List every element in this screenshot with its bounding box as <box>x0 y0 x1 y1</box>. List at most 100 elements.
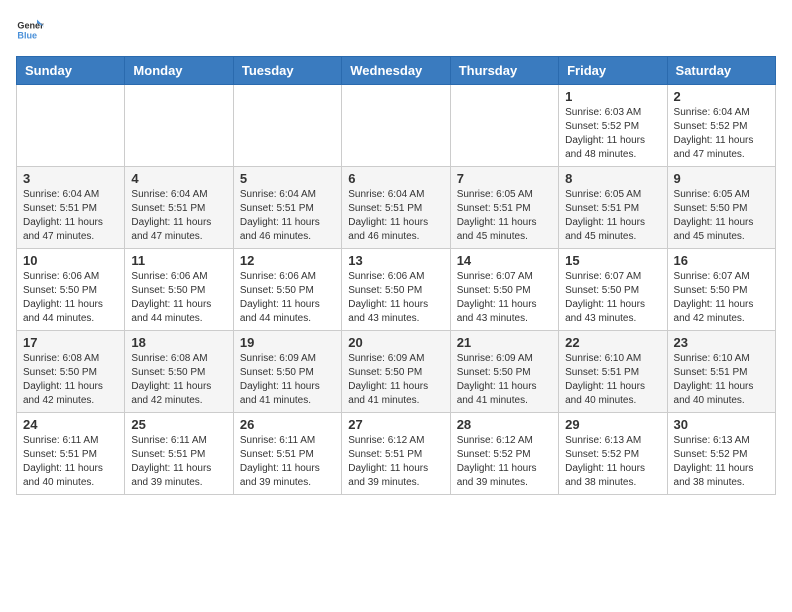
day-number: 1 <box>565 89 660 104</box>
day-info: Sunrise: 6:09 AM Sunset: 5:50 PM Dayligh… <box>348 352 443 408</box>
weekday-header-tuesday: Tuesday <box>233 57 341 85</box>
calendar-cell <box>233 85 341 167</box>
day-number: 28 <box>457 417 552 432</box>
day-number: 9 <box>674 171 769 186</box>
day-info: Sunrise: 6:12 AM Sunset: 5:51 PM Dayligh… <box>348 434 443 490</box>
weekday-header-thursday: Thursday <box>450 57 558 85</box>
day-info: Sunrise: 6:07 AM Sunset: 5:50 PM Dayligh… <box>674 270 769 326</box>
calendar-cell: 28 Sunrise: 6:12 AM Sunset: 5:52 PM Dayli… <box>450 413 558 495</box>
day-info: Sunrise: 6:06 AM Sunset: 5:50 PM Dayligh… <box>131 270 226 326</box>
day-info: Sunrise: 6:08 AM Sunset: 5:50 PM Dayligh… <box>131 352 226 408</box>
day-info: Sunrise: 6:11 AM Sunset: 5:51 PM Dayligh… <box>240 434 335 490</box>
day-number: 15 <box>565 253 660 268</box>
day-number: 21 <box>457 335 552 350</box>
day-number: 18 <box>131 335 226 350</box>
day-number: 4 <box>131 171 226 186</box>
calendar-cell: 23 Sunrise: 6:10 AM Sunset: 5:51 PM Dayli… <box>667 331 775 413</box>
day-number: 14 <box>457 253 552 268</box>
day-number: 24 <box>23 417 118 432</box>
day-number: 10 <box>23 253 118 268</box>
day-number: 20 <box>348 335 443 350</box>
calendar-cell: 20 Sunrise: 6:09 AM Sunset: 5:50 PM Dayli… <box>342 331 450 413</box>
day-info: Sunrise: 6:13 AM Sunset: 5:52 PM Dayligh… <box>565 434 660 490</box>
day-number: 23 <box>674 335 769 350</box>
day-number: 5 <box>240 171 335 186</box>
day-number: 6 <box>348 171 443 186</box>
calendar-cell: 9 Sunrise: 6:05 AM Sunset: 5:50 PM Daylig… <box>667 167 775 249</box>
weekday-header-monday: Monday <box>125 57 233 85</box>
calendar-week-4: 17 Sunrise: 6:08 AM Sunset: 5:50 PM Dayli… <box>17 331 776 413</box>
day-number: 8 <box>565 171 660 186</box>
day-number: 25 <box>131 417 226 432</box>
day-number: 17 <box>23 335 118 350</box>
logo-icon: General Blue <box>16 16 44 44</box>
calendar-cell: 24Sunrise: 6:11 AM Sunset: 5:51 PM Dayli… <box>17 413 125 495</box>
calendar-cell: 7 Sunrise: 6:05 AM Sunset: 5:51 PM Daylig… <box>450 167 558 249</box>
day-info: Sunrise: 6:06 AM Sunset: 5:50 PM Dayligh… <box>23 270 118 326</box>
day-info: Sunrise: 6:10 AM Sunset: 5:51 PM Dayligh… <box>674 352 769 408</box>
day-info: Sunrise: 6:09 AM Sunset: 5:50 PM Dayligh… <box>457 352 552 408</box>
day-info: Sunrise: 6:12 AM Sunset: 5:52 PM Dayligh… <box>457 434 552 490</box>
calendar-cell: 14Sunrise: 6:07 AM Sunset: 5:50 PM Dayli… <box>450 249 558 331</box>
day-info: Sunrise: 6:04 AM Sunset: 5:51 PM Dayligh… <box>23 188 118 244</box>
day-info: Sunrise: 6:04 AM Sunset: 5:51 PM Dayligh… <box>131 188 226 244</box>
calendar-week-2: 3Sunrise: 6:04 AM Sunset: 5:51 PM Daylig… <box>17 167 776 249</box>
calendar-cell: 21 Sunrise: 6:09 AM Sunset: 5:50 PM Dayli… <box>450 331 558 413</box>
page-header: General Blue <box>16 16 776 44</box>
calendar-cell: 11 Sunrise: 6:06 AM Sunset: 5:50 PM Dayli… <box>125 249 233 331</box>
day-number: 13 <box>348 253 443 268</box>
calendar-cell: 13 Sunrise: 6:06 AM Sunset: 5:50 PM Dayli… <box>342 249 450 331</box>
day-number: 19 <box>240 335 335 350</box>
calendar-cell <box>125 85 233 167</box>
day-info: Sunrise: 6:04 AM Sunset: 5:51 PM Dayligh… <box>348 188 443 244</box>
calendar-cell: 6 Sunrise: 6:04 AM Sunset: 5:51 PM Daylig… <box>342 167 450 249</box>
calendar-cell: 3Sunrise: 6:04 AM Sunset: 5:51 PM Daylig… <box>17 167 125 249</box>
calendar-cell <box>342 85 450 167</box>
day-info: Sunrise: 6:10 AM Sunset: 5:51 PM Dayligh… <box>565 352 660 408</box>
day-number: 2 <box>674 89 769 104</box>
calendar-cell: 1Sunrise: 6:03 AM Sunset: 5:52 PM Daylig… <box>559 85 667 167</box>
logo: General Blue <box>16 16 44 44</box>
calendar-header-row: SundayMondayTuesdayWednesdayThursdayFrid… <box>17 57 776 85</box>
day-info: Sunrise: 6:07 AM Sunset: 5:50 PM Dayligh… <box>565 270 660 326</box>
day-info: Sunrise: 6:04 AM Sunset: 5:52 PM Dayligh… <box>674 106 769 162</box>
day-number: 7 <box>457 171 552 186</box>
day-info: Sunrise: 6:06 AM Sunset: 5:50 PM Dayligh… <box>348 270 443 326</box>
day-info: Sunrise: 6:08 AM Sunset: 5:50 PM Dayligh… <box>23 352 118 408</box>
calendar-cell: 18 Sunrise: 6:08 AM Sunset: 5:50 PM Dayli… <box>125 331 233 413</box>
calendar-table: SundayMondayTuesdayWednesdayThursdayFrid… <box>16 56 776 495</box>
calendar-cell: 15 Sunrise: 6:07 AM Sunset: 5:50 PM Dayli… <box>559 249 667 331</box>
calendar-cell: 22 Sunrise: 6:10 AM Sunset: 5:51 PM Dayli… <box>559 331 667 413</box>
day-number: 29 <box>565 417 660 432</box>
day-info: Sunrise: 6:04 AM Sunset: 5:51 PM Dayligh… <box>240 188 335 244</box>
day-info: Sunrise: 6:09 AM Sunset: 5:50 PM Dayligh… <box>240 352 335 408</box>
calendar-week-1: 1Sunrise: 6:03 AM Sunset: 5:52 PM Daylig… <box>17 85 776 167</box>
day-info: Sunrise: 6:13 AM Sunset: 5:52 PM Dayligh… <box>674 434 769 490</box>
day-number: 16 <box>674 253 769 268</box>
day-number: 12 <box>240 253 335 268</box>
calendar-cell: 16 Sunrise: 6:07 AM Sunset: 5:50 PM Dayli… <box>667 249 775 331</box>
calendar-week-3: 10 Sunrise: 6:06 AM Sunset: 5:50 PM Dayli… <box>17 249 776 331</box>
day-number: 27 <box>348 417 443 432</box>
day-info: Sunrise: 6:05 AM Sunset: 5:51 PM Dayligh… <box>565 188 660 244</box>
calendar-cell: 27 Sunrise: 6:12 AM Sunset: 5:51 PM Dayli… <box>342 413 450 495</box>
day-number: 26 <box>240 417 335 432</box>
calendar-cell: 8 Sunrise: 6:05 AM Sunset: 5:51 PM Daylig… <box>559 167 667 249</box>
calendar-cell: 4 Sunrise: 6:04 AM Sunset: 5:51 PM Daylig… <box>125 167 233 249</box>
calendar-cell: 5 Sunrise: 6:04 AM Sunset: 5:51 PM Daylig… <box>233 167 341 249</box>
svg-text:Blue: Blue <box>17 30 37 40</box>
calendar-cell: 17 Sunrise: 6:08 AM Sunset: 5:50 PM Dayli… <box>17 331 125 413</box>
calendar-cell: 29 Sunrise: 6:13 AM Sunset: 5:52 PM Dayli… <box>559 413 667 495</box>
day-info: Sunrise: 6:11 AM Sunset: 5:51 PM Dayligh… <box>131 434 226 490</box>
day-number: 11 <box>131 253 226 268</box>
weekday-header-friday: Friday <box>559 57 667 85</box>
weekday-header-sunday: Sunday <box>17 57 125 85</box>
calendar-cell: 26 Sunrise: 6:11 AM Sunset: 5:51 PM Dayli… <box>233 413 341 495</box>
calendar-cell <box>17 85 125 167</box>
day-number: 22 <box>565 335 660 350</box>
day-info: Sunrise: 6:05 AM Sunset: 5:50 PM Dayligh… <box>674 188 769 244</box>
calendar-cell <box>450 85 558 167</box>
calendar-cell: 12 Sunrise: 6:06 AM Sunset: 5:50 PM Dayli… <box>233 249 341 331</box>
day-info: Sunrise: 6:05 AM Sunset: 5:51 PM Dayligh… <box>457 188 552 244</box>
day-info: Sunrise: 6:06 AM Sunset: 5:50 PM Dayligh… <box>240 270 335 326</box>
